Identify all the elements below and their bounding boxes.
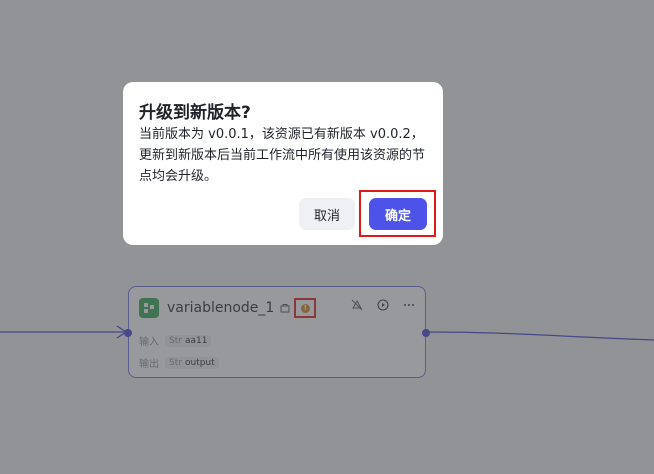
dialog-title: 升级到新版本? (139, 103, 251, 123)
cancel-button[interactable]: 取消 (299, 198, 355, 230)
dialog-message: 当前版本为 v0.0.1，该资源已有新版本 v0.0.2，更新到新版本后当前工作… (139, 127, 426, 184)
confirm-button[interactable]: 确定 (369, 198, 427, 230)
upgrade-dialog: 升级到新版本? 当前版本为 v0.0.1，该资源已有新版本 v0.0.2，更新到… (123, 82, 443, 245)
